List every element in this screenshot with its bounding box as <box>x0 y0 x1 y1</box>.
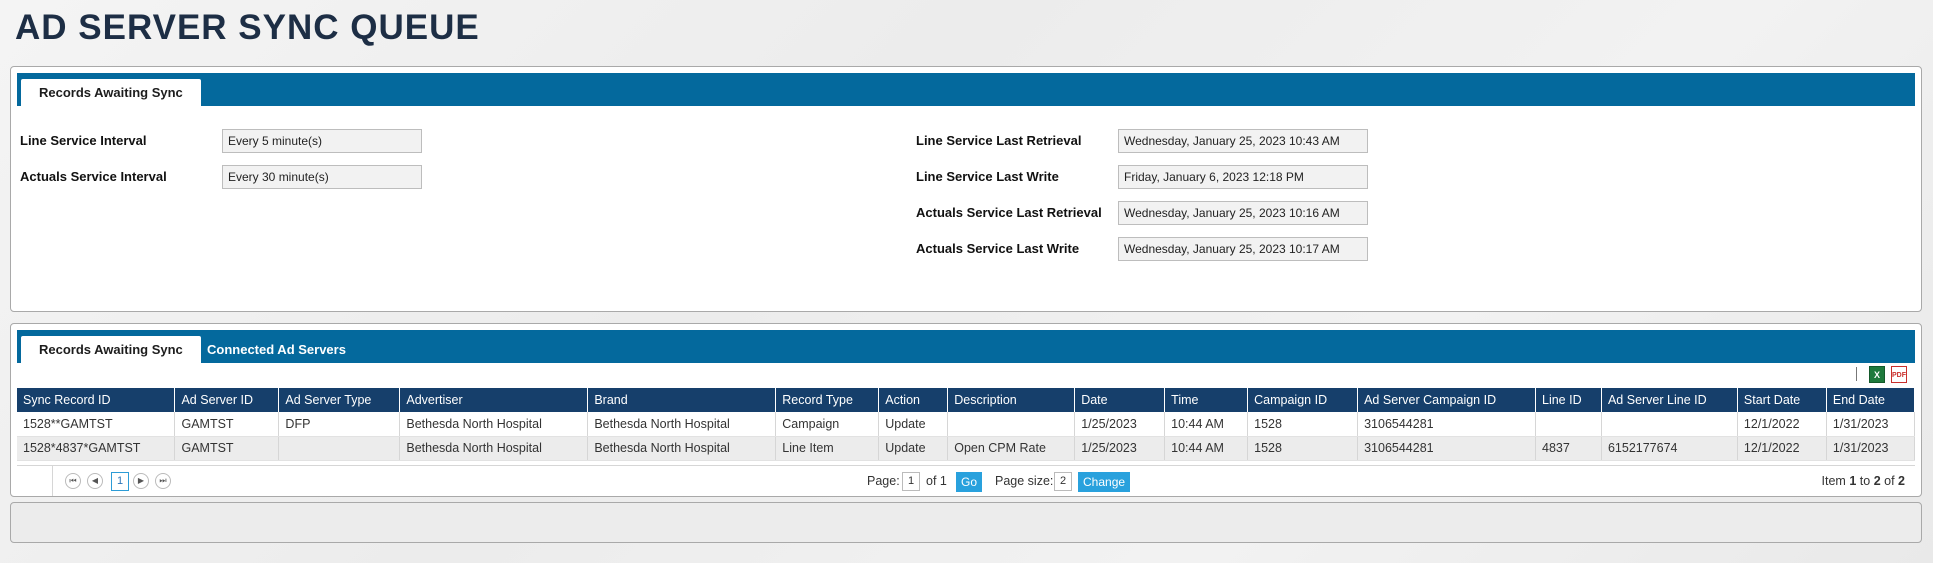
page-input[interactable]: 1 <box>902 472 920 491</box>
item-total: 2 <box>1898 474 1905 488</box>
item-count-info: Item 1 to 2 of 2 <box>1822 474 1905 488</box>
tab-bar: Records Awaiting Sync Connected Ad Serve… <box>17 330 1915 363</box>
table-cell: 1/25/2023 <box>1074 412 1166 437</box>
table-cell: 1528**GAMTST <box>17 412 176 437</box>
table-cell: Campaign <box>775 412 880 437</box>
table-cell: 6152177674 <box>1601 436 1738 461</box>
table-cell <box>1601 412 1738 437</box>
page-label: Page: <box>867 474 900 488</box>
actuals-service-last-write-label: Actuals Service Last Write <box>916 241 1080 256</box>
column-header[interactable]: Date <box>1074 388 1166 412</box>
table-cell: 1528 <box>1247 436 1359 461</box>
page-size-label: Page size: <box>995 474 1054 488</box>
page-size-input[interactable]: 2 <box>1054 472 1072 491</box>
export-toolbar: X PDF <box>1856 365 1907 383</box>
empty-footer-panel <box>10 502 1922 543</box>
line-service-interval-label: Line Service Interval <box>20 133 147 148</box>
line-service-last-write-label: Line Service Last Write <box>916 169 1059 184</box>
item-from: 1 <box>1849 474 1857 488</box>
table-cell: Line Item <box>775 436 880 461</box>
page-number-button[interactable]: 1 <box>111 472 129 491</box>
column-header[interactable]: Advertiser <box>399 388 589 412</box>
actuals-service-last-retrieval-field: Wednesday, January 25, 2023 10:16 AM <box>1118 201 1368 225</box>
pager-spacer <box>17 466 53 496</box>
excel-icon[interactable]: X <box>1869 365 1885 383</box>
table-cell: 12/1/2022 <box>1737 412 1827 437</box>
page-of-text: of 1 <box>926 474 947 488</box>
change-button[interactable]: Change <box>1078 472 1131 492</box>
table-cell: Bethesda North Hospital <box>587 436 777 461</box>
column-header[interactable]: Sync Record ID <box>17 388 176 412</box>
toolbar-separator <box>1856 367 1857 381</box>
table-cell: Update <box>878 436 949 461</box>
tab-connected-ad-servers[interactable]: Connected Ad Servers <box>189 336 364 363</box>
table-cell <box>278 436 401 461</box>
table-cell: 4837 <box>1535 436 1602 461</box>
line-service-last-retrieval-field: Wednesday, January 25, 2023 10:43 AM <box>1118 129 1368 153</box>
sync-records-panel: Records Awaiting Sync Connected Ad Serve… <box>10 323 1922 497</box>
line-service-last-write-field: Friday, January 6, 2023 12:18 PM <box>1118 165 1368 189</box>
tab-bar: Records Awaiting Sync <box>17 73 1915 106</box>
table-cell: DFP <box>278 412 401 437</box>
line-service-interval-field: Every 5 minute(s) <box>222 129 422 153</box>
table-cell: 1/25/2023 <box>1074 436 1166 461</box>
column-header[interactable]: Campaign ID <box>1247 388 1359 412</box>
actuals-service-last-write-field: Wednesday, January 25, 2023 10:17 AM <box>1118 237 1368 261</box>
page-title: AD SERVER SYNC QUEUE <box>15 8 480 47</box>
table-cell: Bethesda North Hospital <box>587 412 777 437</box>
column-header[interactable]: Ad Server Campaign ID <box>1357 388 1536 412</box>
next-page-icon[interactable]: ▶ <box>133 473 149 489</box>
service-status-panel: Records Awaiting Sync Line Service Inter… <box>10 66 1922 312</box>
column-header[interactable]: Ad Server ID <box>174 388 280 412</box>
column-header[interactable]: Description <box>947 388 1076 412</box>
table-cell: GAMTST <box>174 412 280 437</box>
item-to: 2 <box>1873 474 1881 488</box>
column-header[interactable]: End Date <box>1826 388 1916 412</box>
item-prefix: Item <box>1821 474 1846 488</box>
table-cell: 3106544281 <box>1357 436 1536 461</box>
actuals-service-interval-label: Actuals Service Interval <box>20 169 167 184</box>
item-of-word: of <box>1884 474 1895 488</box>
table-row[interactable]: 1528*4837*GAMTST GAMTST Bethesda North H… <box>17 436 1916 461</box>
first-page-icon[interactable]: ⏮ <box>65 473 81 489</box>
actuals-service-interval-field: Every 30 minute(s) <box>222 165 422 189</box>
go-button[interactable]: Go <box>956 472 983 492</box>
table-cell <box>947 412 1076 437</box>
table-cell: 10:44 AM <box>1164 412 1249 437</box>
column-header[interactable]: Start Date <box>1737 388 1827 412</box>
last-page-icon[interactable]: ⏭ <box>155 473 171 489</box>
table-cell: 1528*4837*GAMTST <box>17 436 176 461</box>
table-row[interactable]: 1528**GAMTST GAMTST DFP Bethesda North H… <box>17 412 1916 437</box>
column-header[interactable]: Ad Server Line ID <box>1601 388 1738 412</box>
actuals-service-last-retrieval-label: Actuals Service Last Retrieval <box>916 205 1102 220</box>
prev-page-icon[interactable]: ◀ <box>87 473 103 489</box>
tab-records-awaiting-sync[interactable]: Records Awaiting Sync <box>21 336 201 363</box>
table-cell: Update <box>878 412 949 437</box>
table-cell: Bethesda North Hospital <box>399 412 589 437</box>
table-cell: 12/1/2022 <box>1737 436 1827 461</box>
column-header[interactable]: Brand <box>587 388 777 412</box>
column-header[interactable]: Action <box>878 388 949 412</box>
table-cell: GAMTST <box>174 436 280 461</box>
table-header-row: Sync Record ID Ad Server ID Ad Server Ty… <box>17 388 1916 412</box>
column-header[interactable]: Record Type <box>775 388 880 412</box>
table-cell: Open CPM Rate <box>947 436 1076 461</box>
pdf-icon[interactable]: PDF <box>1891 365 1907 383</box>
sync-records-table: Sync Record ID Ad Server ID Ad Server Ty… <box>17 388 1916 461</box>
table-cell <box>1535 412 1602 437</box>
table-cell: 1/31/2023 <box>1826 436 1916 461</box>
item-to-word: to <box>1859 474 1871 488</box>
line-service-last-retrieval-label: Line Service Last Retrieval <box>916 133 1082 148</box>
table-cell: 1/31/2023 <box>1826 412 1916 437</box>
pager: ⏮ ◀ 1 ▶ ⏭ Page: 1 of 1 Go Page size: 2 C… <box>17 465 1915 496</box>
column-header[interactable]: Ad Server Type <box>278 388 401 412</box>
column-header[interactable]: Time <box>1164 388 1249 412</box>
tab-records-awaiting-sync[interactable]: Records Awaiting Sync <box>21 79 201 106</box>
table-cell: 1528 <box>1247 412 1359 437</box>
table-cell: Bethesda North Hospital <box>399 436 589 461</box>
table-cell: 3106544281 <box>1357 412 1536 437</box>
column-header[interactable]: Line ID <box>1535 388 1602 412</box>
table-cell: 10:44 AM <box>1164 436 1249 461</box>
